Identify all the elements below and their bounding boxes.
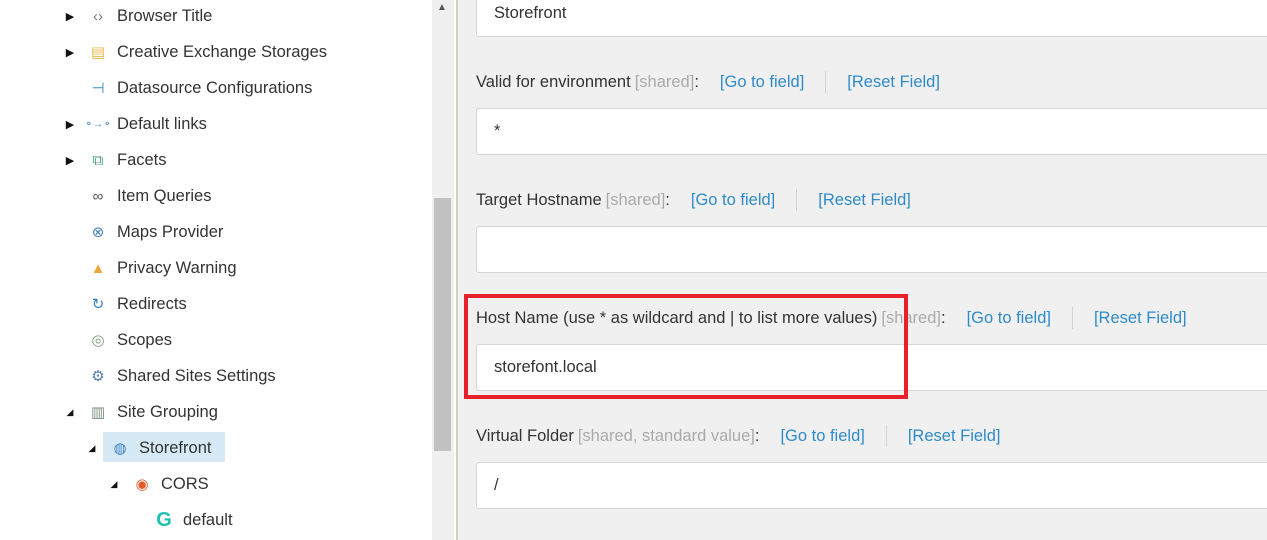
tree-item-label: Datasource Configurations bbox=[117, 78, 313, 97]
go-to-field-link[interactable]: [Go to field] bbox=[780, 427, 864, 446]
refresh-g-icon: G bbox=[156, 508, 172, 531]
field-editor: Storefront Valid for environment [shared]… bbox=[458, 0, 1267, 540]
field-value: / bbox=[494, 476, 499, 494]
binoculars-icon: ∞ bbox=[92, 187, 104, 205]
tree-item-label: Creative Exchange Storages bbox=[117, 42, 328, 61]
go-to-field-link[interactable]: [Go to field] bbox=[720, 73, 804, 92]
colon: : bbox=[754, 426, 760, 445]
field-value: * bbox=[494, 122, 501, 140]
top-field-value: Storefront bbox=[494, 4, 567, 22]
colon: : bbox=[940, 308, 946, 327]
field-meta: [shared, standard value] bbox=[577, 426, 755, 445]
expand-arrow-icon[interactable]: ▶ bbox=[64, 154, 76, 167]
annotation-highlight-box bbox=[464, 294, 908, 399]
expand-arrow-icon[interactable]: ▶ bbox=[64, 46, 76, 59]
collapse-arrow-icon[interactable]: ◢ bbox=[108, 479, 120, 490]
cors-icon: ◉ bbox=[135, 476, 149, 493]
divider bbox=[825, 71, 827, 93]
storage-icon: ▤ bbox=[90, 44, 106, 61]
top-field-input[interactable]: Storefront bbox=[476, 0, 1267, 37]
tree-item[interactable]: ⊣ Datasource Configurations bbox=[0, 73, 430, 103]
tree-item[interactable]: ▶ ⧉ Facets bbox=[0, 145, 430, 175]
link-chain-icon: ⚬→⚬ bbox=[84, 118, 112, 130]
scroll-up-arrow-icon[interactable]: ▲ bbox=[437, 2, 447, 13]
field-label-row: Virtual Folder [shared, standard value]: [… bbox=[476, 424, 1000, 448]
tree-item[interactable]: ◢ ◍ Storefront bbox=[0, 433, 430, 463]
tree-item-label: Storefront bbox=[139, 438, 212, 457]
tree-item-label: Maps Provider bbox=[117, 222, 224, 241]
colon: : bbox=[694, 72, 699, 91]
colon: : bbox=[665, 190, 670, 209]
expand-arrow-icon[interactable]: ▶ bbox=[64, 10, 76, 23]
signpost-icon: ⊣ bbox=[91, 80, 105, 97]
settings-gear-icon: ⚙ bbox=[91, 368, 105, 385]
tree-item[interactable]: ◢ ◉ CORS bbox=[0, 469, 430, 499]
tree-item[interactable]: Gdefault bbox=[0, 505, 430, 535]
tree-item-label: Item Queries bbox=[117, 186, 212, 205]
tree-item-label: default bbox=[183, 510, 233, 529]
tree-item[interactable]: ⚙ Shared Sites Settings bbox=[0, 361, 430, 391]
collapse-arrow-icon[interactable]: ◢ bbox=[86, 443, 98, 454]
field-label-row: Valid for environment [shared]: [Go to fie… bbox=[476, 70, 940, 94]
field-meta: [shared] bbox=[634, 72, 695, 91]
tree-item[interactable]: ▶ ‹› Browser Title bbox=[0, 1, 430, 31]
field-label: Virtual Folder bbox=[476, 426, 574, 445]
reset-field-link[interactable]: [Reset Field] bbox=[908, 427, 1001, 446]
tree-item-label: Facets bbox=[117, 150, 167, 169]
tree-item[interactable]: ↻ Redirects bbox=[0, 289, 430, 319]
facets-icon: ⧉ bbox=[92, 151, 104, 169]
divider bbox=[796, 189, 798, 211]
content-tree: ▶ ‹› Browser Title ▶ ▤ Creative Exchange Stor… bbox=[0, 0, 432, 540]
field-meta: [shared] bbox=[605, 190, 666, 209]
tree-item-label: Scopes bbox=[117, 330, 173, 349]
tree-item[interactable]: ▲ Privacy Warning bbox=[0, 253, 430, 283]
field-label-row: Target Hostname [shared]: [Go to field] [Re… bbox=[476, 188, 911, 212]
go-to-field-link[interactable]: [Go to field] bbox=[967, 309, 1051, 328]
site-globe-icon: ◍ bbox=[113, 440, 127, 457]
tree-item-label: Shared Sites Settings bbox=[117, 366, 276, 385]
collapse-arrow-icon[interactable]: ◢ bbox=[64, 407, 76, 418]
code-document-icon: ‹› bbox=[93, 7, 103, 25]
tree-item-label: Redirects bbox=[117, 294, 187, 313]
tree-item-label: Browser Title bbox=[117, 6, 213, 25]
scopes-icon: ◎ bbox=[91, 332, 105, 349]
go-to-field-link[interactable]: [Go to field] bbox=[691, 191, 775, 210]
server-icon: ▥ bbox=[90, 404, 106, 421]
tree-item[interactable]: ⊗ Maps Provider bbox=[0, 217, 430, 247]
field-label: Valid for environment bbox=[476, 72, 631, 91]
warning-window-icon: ▲ bbox=[90, 259, 106, 277]
tree-item[interactable]: ◢ ▥ Site Grouping bbox=[0, 397, 430, 427]
reset-field-link[interactable]: [Reset Field] bbox=[847, 73, 940, 92]
field-input[interactable] bbox=[476, 226, 1267, 273]
tree-item-label: CORS bbox=[161, 474, 209, 493]
redirect-icon: ↻ bbox=[91, 296, 105, 313]
reset-field-link[interactable]: [Reset Field] bbox=[1094, 309, 1187, 328]
tree-item[interactable]: ∞ Item Queries bbox=[0, 181, 430, 211]
reset-field-link[interactable]: [Reset Field] bbox=[818, 191, 911, 210]
divider bbox=[885, 425, 887, 447]
tree-item-label: Site Grouping bbox=[117, 402, 218, 421]
tree-scrollbar[interactable]: ▲ bbox=[432, 0, 454, 540]
field-input[interactable]: * bbox=[476, 108, 1267, 155]
tree-item[interactable]: ◎ Scopes bbox=[0, 325, 430, 355]
compass-icon: ⊗ bbox=[91, 224, 105, 241]
expand-arrow-icon[interactable]: ▶ bbox=[64, 118, 76, 131]
tree-item[interactable]: ▶ ▤ Creative Exchange Storages bbox=[0, 37, 430, 67]
tree-item-label: Default links bbox=[117, 114, 207, 133]
tree-item-label: Privacy Warning bbox=[117, 258, 237, 277]
tree-item[interactable]: ▶ ⚬→⚬ Default links bbox=[0, 109, 430, 139]
divider bbox=[1071, 307, 1073, 329]
scrollbar-thumb[interactable] bbox=[434, 198, 451, 451]
field-label: Target Hostname bbox=[476, 190, 602, 209]
field-input[interactable]: / bbox=[476, 462, 1267, 509]
